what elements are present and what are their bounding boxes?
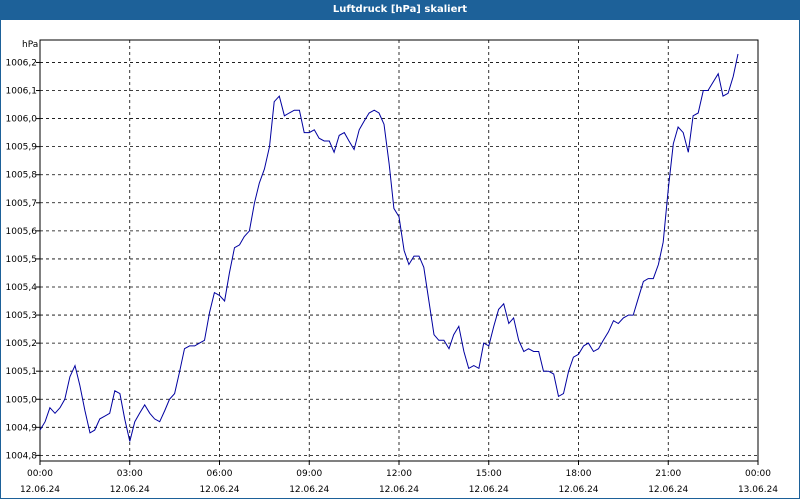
- y-tick-label: 1005,9: [6, 143, 38, 153]
- x-tick-date: 12.06.24: [469, 485, 509, 495]
- x-tick-date: 12.06.24: [289, 485, 329, 495]
- x-tick-time: 06:00: [207, 469, 233, 479]
- y-tick-label: 1005,0: [6, 395, 38, 405]
- y-tick-label: 1006,1: [6, 87, 38, 97]
- y-axis: 1004,8 1004,9 1005,0 1005,1 1005,2 1005,3 1005…: [6, 58, 40, 461]
- x-tick-date: 13.06.24: [738, 485, 778, 495]
- x-tick-time: 18:00: [566, 469, 592, 479]
- x-tick-date: 12.06.24: [648, 485, 688, 495]
- grid-lines: [40, 40, 758, 461]
- y-tick-label: 1005,7: [6, 199, 38, 209]
- x-tick-time: 03:00: [117, 469, 143, 479]
- x-tick-time: 00:00: [27, 469, 53, 479]
- y-tick-label: 1005,5: [6, 255, 38, 265]
- x-tick-date: 12.06.24: [558, 485, 598, 495]
- y-tick-label: 1004,8: [6, 451, 38, 461]
- pressure-line: [39, 53, 739, 442]
- y-tick-label: 1006,2: [6, 58, 38, 68]
- y-tick-label: 1005,8: [6, 171, 38, 181]
- x-tick-time: 21:00: [655, 469, 681, 479]
- x-tick-date: 12.06.24: [110, 485, 150, 495]
- x-tick-time: 00:00: [745, 469, 771, 479]
- x-axis: 00:00 12.06.24 03:00 12.06.24 06:00 12.06.24 0…: [20, 461, 778, 495]
- y-tick-label: 1005,6: [6, 227, 38, 237]
- y-tick-label: 1005,2: [6, 339, 38, 349]
- x-tick-date: 12.06.24: [20, 485, 60, 495]
- x-tick-time: 09:00: [296, 469, 322, 479]
- x-tick-time: 12:00: [386, 469, 412, 479]
- x-tick-time: 15:00: [476, 469, 502, 479]
- y-tick-label: 1006,0: [6, 115, 38, 125]
- y-tick-label: 1005,3: [6, 311, 38, 321]
- y-axis-unit-label: hPa: [22, 40, 38, 50]
- y-tick-label: 1004,9: [6, 423, 38, 433]
- y-tick-label: 1005,1: [6, 367, 38, 377]
- x-tick-date: 12.06.24: [199, 485, 239, 495]
- y-tick-label: 1005,4: [6, 283, 38, 293]
- x-tick-date: 12.06.24: [379, 485, 419, 495]
- chart-area: hPa 1004,8 1004,9 1005,0 1005,1 1005,2 1005,3…: [6, 39, 778, 495]
